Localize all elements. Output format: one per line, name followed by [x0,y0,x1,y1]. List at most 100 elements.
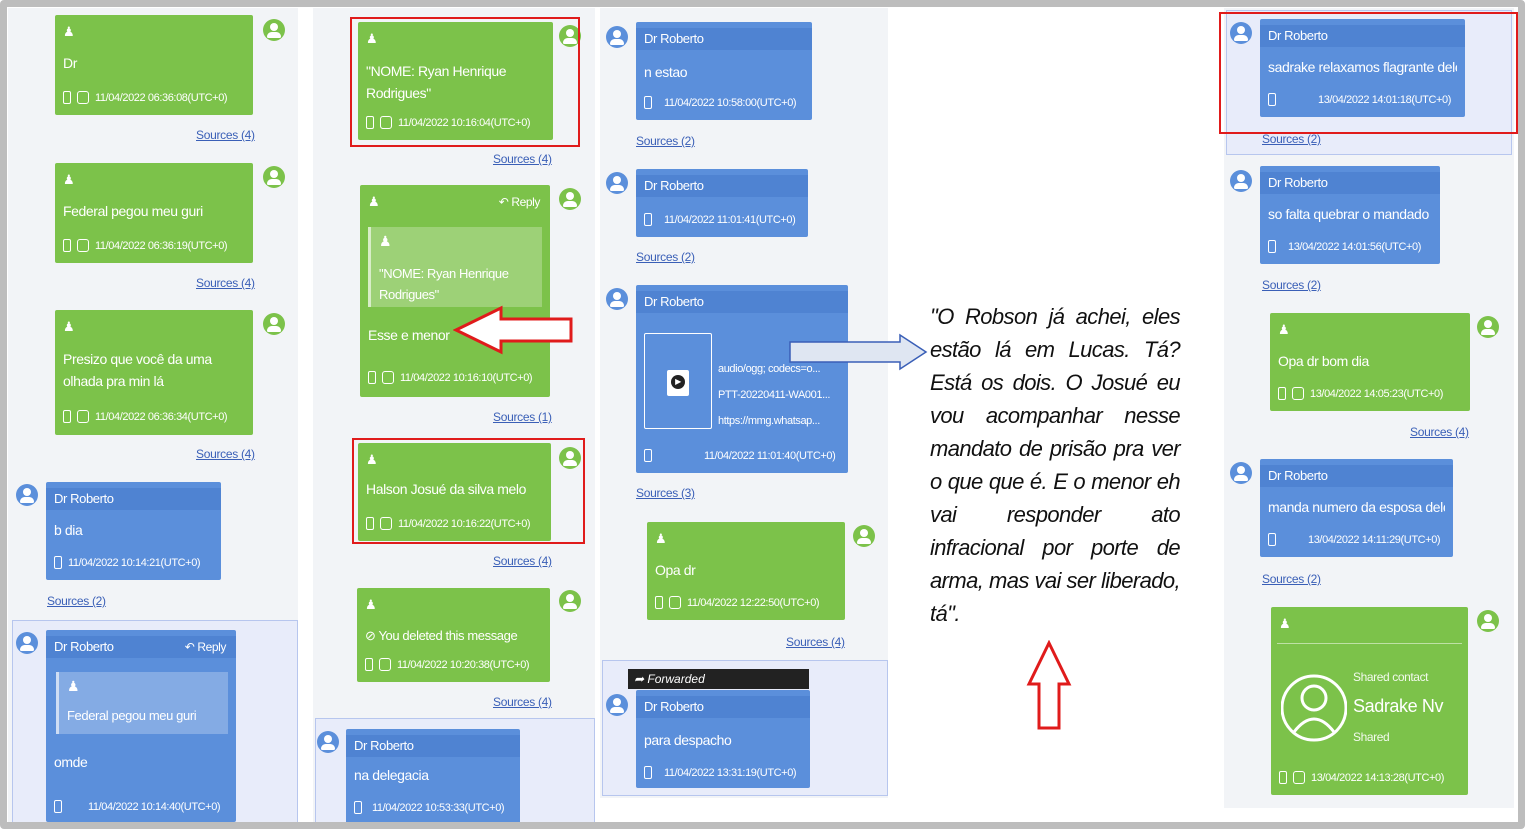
sources-link[interactable]: Sources (4) [196,128,255,142]
message-text: n estao [644,64,688,80]
avatar-icon [853,525,875,547]
phone-icon [1268,240,1276,253]
person-icon: ♟ [1279,616,1291,631]
forwarded-label: ➦ Forwarded [628,669,809,689]
message-text: so falta quebrar o mandado [1268,206,1429,222]
audio-attachment-thumb[interactable]: ▶ [644,333,712,429]
sources-link[interactable]: Sources (1) [493,410,552,424]
sender-name: Dr Roberto [636,175,808,197]
sources-link[interactable]: Sources (4) [493,152,552,166]
timestamp: 11/04/2022 06:36:19(UTC+0) [95,239,228,252]
message-bubble[interactable]: ♟ Presizo que você da uma olhada pra min… [55,310,253,435]
phone-icon [644,449,652,462]
message-footer: 11/04/2022 10:58:00(UTC+0) [644,96,804,109]
message-bubble[interactable]: ♟ Shared contact Sadrake Nv Shared 13/04… [1271,607,1468,795]
timestamp: 13/04/2022 14:13:28(UTC+0) [1311,771,1445,784]
message-bubble[interactable]: ♟ Opa dr 11/04/2022 12:22:50(UTC+0) [647,522,845,620]
message-bubble[interactable]: Dr Roberto ▶ audio/ogg; codecs=o... PTT-… [636,285,848,473]
sources-link[interactable]: Sources (4) [1410,425,1469,439]
phone-icon [1268,533,1276,546]
message-bubble[interactable]: Dr Roberto para despacho 11/04/2022 13:3… [636,690,810,788]
sources-link[interactable]: Sources (4) [786,635,845,649]
sources-link[interactable]: Sources (2) [636,250,695,264]
timestamp: 11/04/2022 10:53:33(UTC+0) [372,801,505,814]
sender-name: Dr Roberto [636,291,848,313]
message-footer: 11/04/2022 12:22:50(UTC+0) [655,596,837,609]
quoted-text: "NOME: Ryan Henrique Rodrigues" [379,266,509,302]
block-icon: ⊘ [365,628,379,643]
timestamp: 11/04/2022 10:14:40(UTC+0) [88,800,221,813]
message-footer: 11/04/2022 10:14:40(UTC+0) [54,800,228,813]
avatar-icon [559,590,581,612]
message-bubble[interactable]: Dr Roberto manda numero da esposa dele 1… [1260,459,1453,557]
sources-link[interactable]: Sources (2) [1262,278,1321,292]
sources-link[interactable]: Sources (2) [1262,572,1321,586]
message-bubble[interactable]: ♟ ↶ Reply ♟ "NOME: Ryan Henrique Rodrigu… [360,185,550,397]
avatar-icon [16,484,38,506]
message-footer: 11/04/2022 06:36:34(UTC+0) [63,410,245,423]
reply-button[interactable]: ↶ Reply [499,191,541,213]
sources-link[interactable]: Sources (4) [196,447,255,461]
sender-name: Dr Roberto [1260,465,1453,487]
timestamp: 11/04/2022 12:22:50(UTC+0) [687,596,820,609]
person-icon: ♟ [1278,322,1290,337]
message-footer: 11/04/2022 13:31:19(UTC+0) [644,766,802,779]
message-bubble[interactable]: Dr Roberto na delegacia 11/04/2022 10:53… [346,729,520,824]
sources-link[interactable]: Sources (3) [636,486,695,500]
screenshot-root: ♟ Dr 11/04/2022 06:36:08(UTC+0) Sources … [0,0,1525,829]
person-icon: ♟ [67,678,80,694]
save-icon [1293,771,1305,784]
sources-link[interactable]: Sources (4) [493,695,552,709]
message-bubble[interactable]: Dr Roberto n estao 11/04/2022 10:58:00(U… [636,22,812,120]
save-icon [1292,387,1304,400]
quoted-message[interactable]: ♟ Federal pegou meu guri [56,672,228,734]
sources-link[interactable]: Sources (2) [1262,132,1321,146]
message-bubble[interactable]: Dr Roberto ↶ Reply ♟ Federal pegou meu g… [46,630,236,822]
contact-label: Shared contact [1353,670,1429,684]
forwarded-text: Forwarded [647,672,705,686]
phone-icon [63,239,71,252]
message-bubble[interactable]: ♟ Opa dr bom dia 13/04/2022 14:05:23(UTC… [1270,313,1470,411]
message-footer: 11/04/2022 10:53:33(UTC+0) [354,801,512,814]
message-bubble[interactable]: ♟ ⊘ You deleted this message 11/04/2022 … [357,588,550,682]
message-footer: 13/04/2022 14:11:29(UTC+0) [1268,533,1445,546]
timestamp: 13/04/2022 14:11:29(UTC+0) [1308,533,1441,546]
reply-label: Reply [511,195,540,209]
message-footer: 13/04/2022 14:01:56(UTC+0) [1268,240,1432,253]
message-footer: 11/04/2022 11:01:40(UTC+0) [644,449,840,462]
forward-icon: ➦ [634,672,648,686]
shared-contact-card[interactable]: Shared contact Sadrake Nv Shared [1277,643,1462,763]
avatar-icon [606,26,628,48]
avatar-icon [317,731,339,753]
avatar-icon [263,313,285,335]
avatar-icon [606,694,628,716]
message-bubble[interactable]: Dr Roberto 11/04/2022 11:01:41(UTC+0) [636,169,808,237]
person-icon: ♟ [63,24,75,39]
attachment-name: PTT-20220411-WA001... [718,389,831,401]
quoted-text: Federal pegou meu guri [67,708,197,723]
sources-link[interactable]: Sources (2) [47,594,106,608]
message-text: b dia [54,522,83,538]
timestamp: 11/04/2022 06:36:34(UTC+0) [95,410,228,423]
avatar-icon [606,288,628,310]
sources-link[interactable]: Sources (4) [196,276,255,290]
message-text: Opa dr bom dia [1278,353,1369,369]
message-footer: 11/04/2022 11:01:41(UTC+0) [644,213,800,226]
message-bubble[interactable]: ♟ Dr 11/04/2022 06:36:08(UTC+0) [55,15,253,115]
highlight-box [1219,12,1518,134]
contact-status: Shared [1353,730,1390,744]
message-bubble[interactable]: Dr Roberto b dia 11/04/2022 10:14:21(UTC… [46,482,221,580]
person-icon: ♟ [655,531,667,546]
phone-icon [354,801,362,814]
attachment-url[interactable]: https://mmg.whatsap... [718,415,820,427]
sources-link[interactable]: Sources (2) [636,134,695,148]
message-bubble[interactable]: ♟ Federal pegou meu guri 11/04/2022 06:3… [55,163,253,263]
quoted-message[interactable]: ♟ "NOME: Ryan Henrique Rodrigues" [368,227,542,307]
timestamp: 11/04/2022 13:31:19(UTC+0) [664,766,797,779]
save-icon [669,596,681,609]
message-text: manda numero da esposa dele [1268,499,1445,515]
message-bubble[interactable]: Dr Roberto so falta quebrar o mandado 13… [1260,166,1440,264]
reply-button[interactable]: ↶ Reply [185,636,227,658]
sources-link[interactable]: Sources (4) [493,554,552,568]
arrow-up-icon [1026,640,1072,730]
